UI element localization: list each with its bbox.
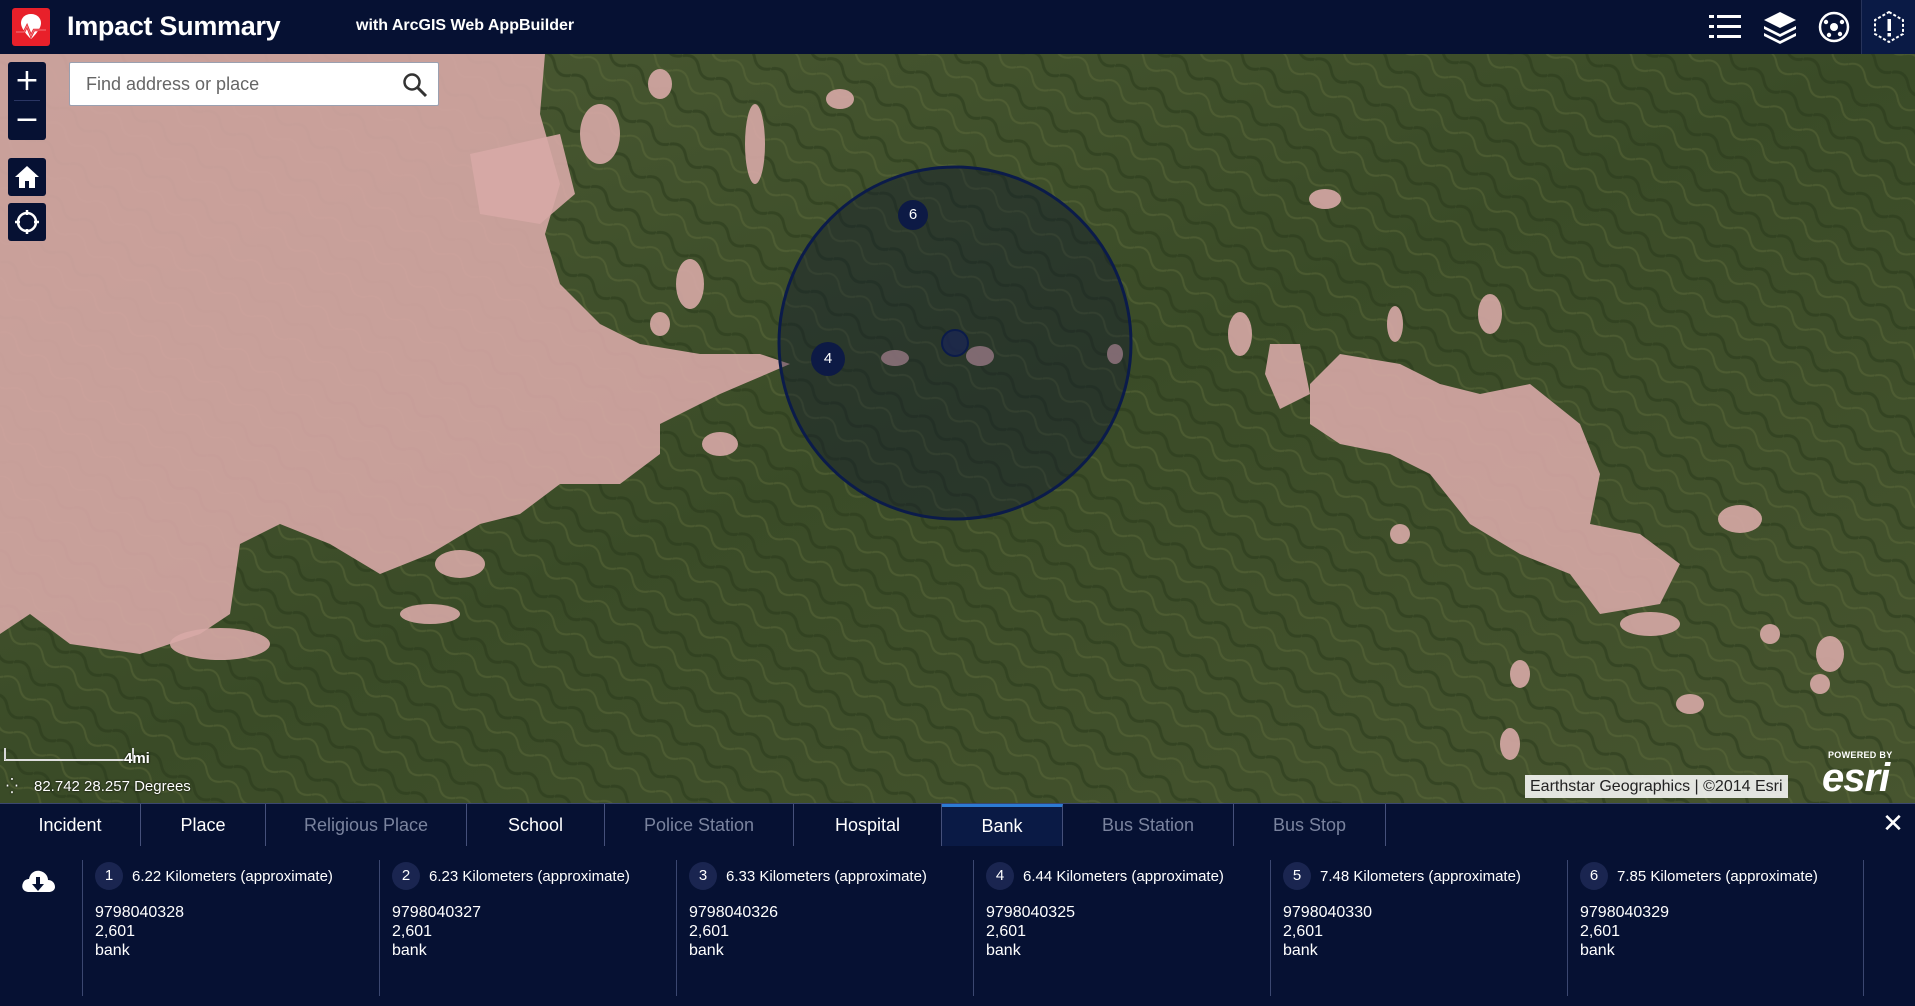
layers-icon xyxy=(1764,12,1796,44)
results-list: 1 6.22 Kilometers (approximate) 97980403… xyxy=(82,860,1864,996)
result-number: 5 xyxy=(1283,862,1311,890)
locate-button[interactable] xyxy=(8,203,46,241)
map-attribution: Earthstar Geographics | ©2014 Esri xyxy=(1525,775,1788,798)
result-value: 2,601 xyxy=(1283,923,1324,940)
incident-analysis-button[interactable] xyxy=(1861,0,1915,54)
home-button[interactable] xyxy=(8,158,46,196)
tab-hospital[interactable]: Hospital xyxy=(794,804,942,846)
result-number: 3 xyxy=(689,862,717,890)
result-value: 2,601 xyxy=(689,923,730,940)
result-id: 9798040330 xyxy=(1283,904,1372,921)
result-value: 2,601 xyxy=(95,923,136,940)
result-number: 2 xyxy=(392,862,420,890)
tab-incident[interactable]: Incident xyxy=(0,804,141,846)
result-id: 9798040325 xyxy=(986,904,1075,921)
esri-wordmark: esri xyxy=(1822,756,1890,800)
result-card[interactable]: 5 7.48 Kilometers (approximate) 97980403… xyxy=(1270,860,1567,996)
result-value: 2,601 xyxy=(1580,923,1621,940)
result-card[interactable]: 1 6.22 Kilometers (approximate) 97980403… xyxy=(82,860,379,996)
result-number: 6 xyxy=(1580,862,1608,890)
coordinate-text: 82.742 28.257 Degrees xyxy=(34,777,191,795)
tab-police-station[interactable]: Police Station xyxy=(605,804,794,846)
result-distance: 6.23 Kilometers (approximate) xyxy=(429,867,630,885)
tab-school[interactable]: School xyxy=(467,804,605,846)
crosshair-icon xyxy=(15,210,39,234)
home-icon xyxy=(15,166,39,188)
layer-list-button[interactable] xyxy=(1753,0,1807,54)
legend-button[interactable] xyxy=(1698,0,1752,54)
result-type: bank xyxy=(689,942,724,959)
result-distance: 7.48 Kilometers (approximate) xyxy=(1320,867,1521,885)
result-distance: 6.22 Kilometers (approximate) xyxy=(132,867,333,885)
result-card[interactable]: 3 6.33 Kilometers (approximate) 97980403… xyxy=(676,860,973,996)
result-id: 9798040329 xyxy=(1580,904,1669,921)
category-tabs: Incident Place Religious Place School Po… xyxy=(0,804,1386,846)
app-logo-icon xyxy=(12,8,50,46)
result-id: 9798040328 xyxy=(95,904,184,921)
result-type: bank xyxy=(986,942,1021,959)
tab-bank[interactable]: Bank xyxy=(942,804,1063,846)
result-marker-4[interactable]: 4 xyxy=(811,342,845,376)
app-title: Impact Summary xyxy=(67,11,281,41)
app-subtitle: with ArcGIS Web AppBuilder xyxy=(356,17,575,34)
result-type: bank xyxy=(95,942,130,959)
search-icon[interactable] xyxy=(402,72,428,98)
result-value: 2,601 xyxy=(392,923,433,940)
cloud-download-icon[interactable] xyxy=(20,868,56,898)
result-type: bank xyxy=(1580,942,1615,959)
tab-bus-station[interactable]: Bus Station xyxy=(1063,804,1234,846)
tab-religious-place[interactable]: Religious Place xyxy=(266,804,467,846)
result-card[interactable]: 2 6.23 Kilometers (approximate) 97980403… xyxy=(379,860,676,996)
list-icon xyxy=(1709,15,1741,38)
result-number: 4 xyxy=(986,862,1014,890)
scalebar-label: 4mi xyxy=(124,750,150,767)
alert-icon xyxy=(1873,10,1904,44)
zoom-control: + − xyxy=(8,62,46,140)
result-id: 9798040326 xyxy=(689,904,778,921)
result-type: bank xyxy=(1283,942,1318,959)
tab-bus-stop[interactable]: Bus Stop xyxy=(1234,804,1386,846)
map-view[interactable]: 6 4 + − 4mi ⁛ 82.742 28.2 xyxy=(0,54,1915,803)
result-type: bank xyxy=(392,942,427,959)
analysis-button[interactable] xyxy=(1807,0,1861,54)
result-number: 1 xyxy=(95,862,123,890)
coordinate-mode-icon[interactable]: ⁛ xyxy=(6,777,26,795)
result-card[interactable]: 4 6.44 Kilometers (approximate) 97980403… xyxy=(973,860,1270,996)
close-panel-button[interactable]: ✕ xyxy=(1879,810,1907,838)
radar-icon xyxy=(1818,11,1850,43)
tab-place[interactable]: Place xyxy=(141,804,266,846)
result-value: 2,601 xyxy=(986,923,1027,940)
satellite-basemap xyxy=(0,54,1915,803)
esri-logo[interactable]: POWERED BY esri xyxy=(1822,744,1906,800)
geocoder-search xyxy=(69,62,439,106)
incident-point-marker xyxy=(941,329,969,357)
result-card[interactable]: 6 7.85 Kilometers (approximate) 97980403… xyxy=(1567,860,1864,996)
result-marker-6[interactable]: 6 xyxy=(898,200,928,230)
scalebar-icon xyxy=(4,748,134,761)
result-distance: 7.85 Kilometers (approximate) xyxy=(1617,867,1818,885)
zoom-in-button[interactable]: + xyxy=(8,62,46,100)
coordinate-display: ⁛ 82.742 28.257 Degrees xyxy=(6,774,191,798)
result-distance: 6.44 Kilometers (approximate) xyxy=(1023,867,1224,885)
zoom-out-button[interactable]: − xyxy=(8,101,46,139)
search-input[interactable] xyxy=(70,63,390,105)
app-header: Impact Summary with ArcGIS Web AppBuilde… xyxy=(0,0,1915,54)
results-panel: Incident Place Religious Place School Po… xyxy=(0,803,1915,1006)
result-id: 9798040327 xyxy=(392,904,481,921)
result-distance: 6.33 Kilometers (approximate) xyxy=(726,867,927,885)
